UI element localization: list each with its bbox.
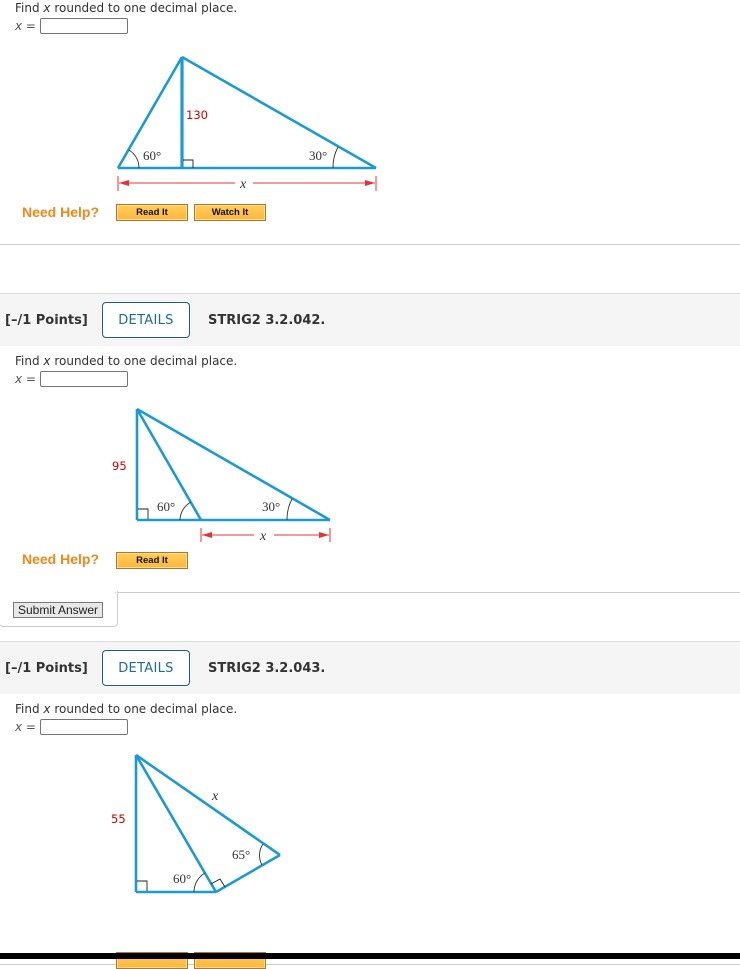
read-it-button-2[interactable]: Read It <box>116 552 188 569</box>
angle-label-middle: 60° <box>157 499 175 514</box>
arrow-head-right <box>319 532 329 538</box>
outer-side-x <box>135 753 281 857</box>
question-id-3: STRIG2 3.2.043. <box>208 661 326 676</box>
angle-label-right: 30° <box>262 499 280 514</box>
angle-label-right: 30° <box>309 148 327 163</box>
triangle-diagram-3: 60° 65° 55 x <box>111 753 281 894</box>
watch-it-button-1[interactable]: Watch It <box>194 204 266 221</box>
details-button-3[interactable]: DETAILS <box>102 650 190 686</box>
prompt-variable: x <box>43 702 51 716</box>
points-label-3: [–/1 Points] <box>5 661 88 676</box>
angle-arc-right <box>332 146 339 169</box>
right-angle-mark <box>138 508 149 519</box>
prompt-variable: x <box>43 354 51 368</box>
arrow-head-right <box>365 180 375 186</box>
side-length-label: 95 <box>112 459 127 473</box>
side-length-label: 55 <box>111 812 126 826</box>
right-side <box>181 55 377 170</box>
question-body-2-divider <box>116 592 740 593</box>
unknown-label: x <box>259 529 267 544</box>
angle-arc-right <box>259 843 264 866</box>
window-bottom-edge <box>0 953 740 959</box>
angle-label-left: 60° <box>143 148 161 163</box>
points-label-2: [–/1 Points] <box>5 313 88 328</box>
angle-label-right: 65° <box>232 847 250 862</box>
answer-input-3[interactable] <box>40 719 128 735</box>
read-it-button-1[interactable]: Read It <box>116 204 188 221</box>
triangle-diagram-1: 60° 30° 130 x <box>116 55 377 192</box>
arrow-head-left <box>119 180 129 186</box>
question-prompt-3: Find x rounded to one decimal place. <box>15 702 238 716</box>
unknown-label: x <box>239 177 247 192</box>
need-help-label-1: Need Help? <box>22 204 100 220</box>
angle-label-bottom: 60° <box>173 871 191 886</box>
arrow-head-left <box>202 532 212 538</box>
details-button-2[interactable]: DETAILS <box>102 302 190 338</box>
answer-input-2[interactable] <box>40 371 128 387</box>
angle-arc-middle <box>179 501 192 521</box>
submit-area-2-top-right-edge <box>115 592 116 593</box>
answer-label-3: x = <box>15 720 36 734</box>
right-angle-mark-left <box>137 880 148 891</box>
answer-label-2: x = <box>15 372 36 386</box>
angle-arc-bottom <box>193 872 206 893</box>
triangle-diagram-2: 60° 30° 95 x <box>112 407 331 544</box>
measure-arrow-1 <box>117 176 377 191</box>
question-id-2: STRIG2 3.2.042. <box>208 313 326 328</box>
need-help-label-2: Need Help? <box>22 551 100 567</box>
angle-arc-left <box>128 149 140 169</box>
side-length-label: 130 <box>186 108 208 122</box>
submit-answer-button[interactable]: Submit Answer <box>13 602 103 618</box>
angle-arc-right <box>286 498 293 521</box>
question-prompt-2: Find x rounded to one decimal place. <box>15 354 238 368</box>
unknown-label: x <box>211 789 219 804</box>
